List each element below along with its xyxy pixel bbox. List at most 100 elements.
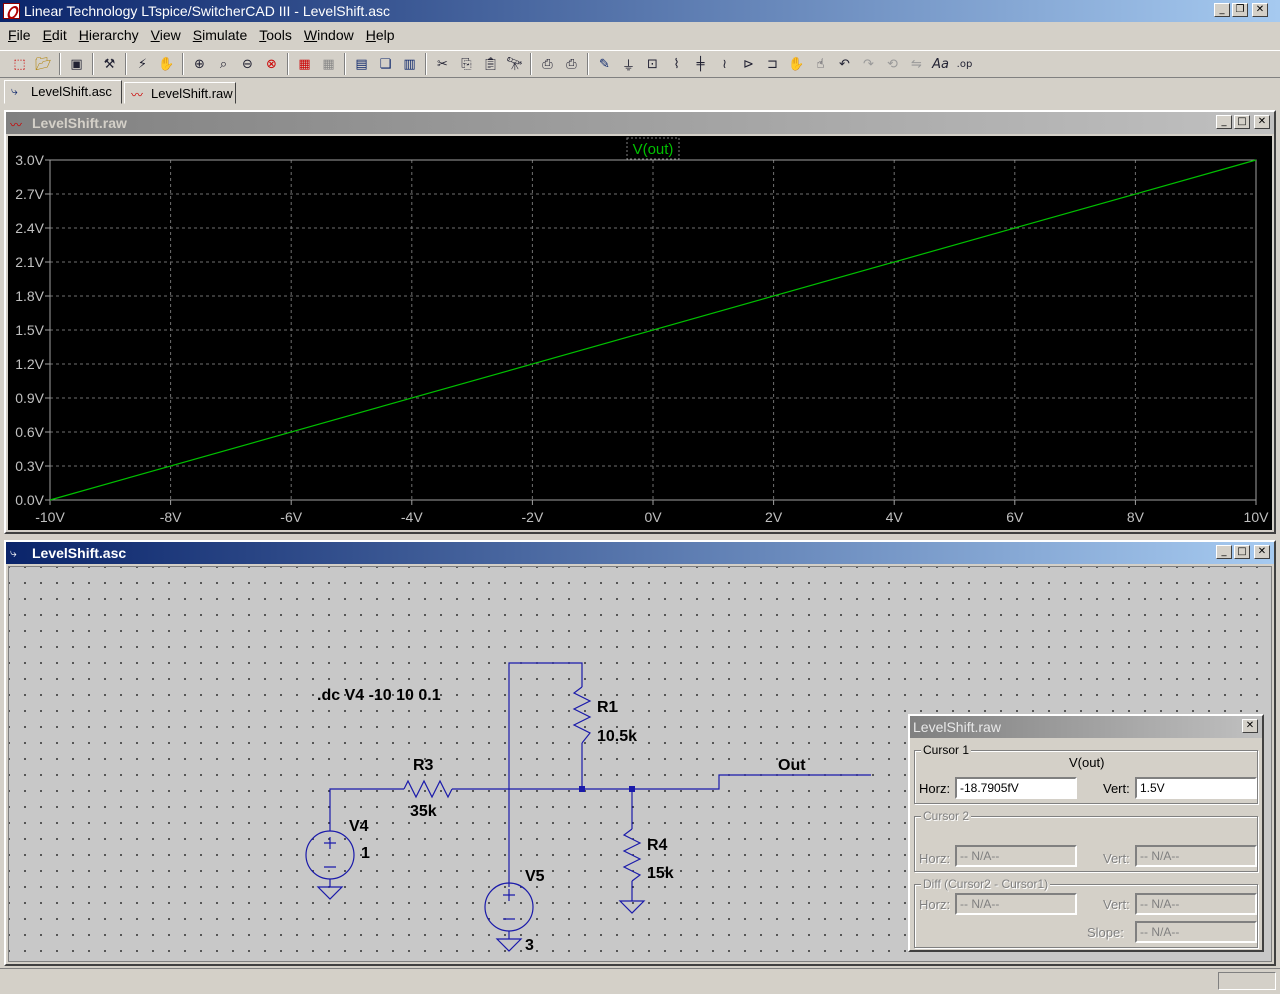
x-tick-label: 0V xyxy=(644,509,662,525)
v5-name[interactable]: V5 xyxy=(525,868,545,885)
save-icon[interactable]: ▣ xyxy=(65,53,88,75)
minimize-icon[interactable]: _ xyxy=(1216,115,1232,129)
y-tick-label: 2.4V xyxy=(15,220,44,236)
menu-view[interactable]: View xyxy=(145,24,187,48)
run-icon[interactable]: ⚡ xyxy=(131,53,154,75)
tile-vertical-icon[interactable]: ▥ xyxy=(398,53,421,75)
component-icon[interactable]: ⊐ xyxy=(761,53,784,75)
grid-icon[interactable]: ▦ xyxy=(317,53,340,75)
wire[interactable] xyxy=(452,774,871,790)
mirror-icon[interactable]: ⇋ xyxy=(905,53,928,75)
paste-icon[interactable]: 📋︎ xyxy=(479,53,502,75)
print-icon[interactable]: ⎙ xyxy=(560,53,583,75)
label-net-icon[interactable]: ⊡ xyxy=(641,53,664,75)
waveform-chart[interactable]: -10V -8V -6V -4V -2V 0V 2V 4V 6V 8V 10V 3.0V 2.7V 2.4… xyxy=(8,136,1272,532)
tab-levelshift-asc[interactable]: ⤷ LevelShift.asc xyxy=(4,80,122,104)
close-icon[interactable]: ✕ xyxy=(1252,3,1268,17)
drag-icon[interactable]: ☝ xyxy=(809,53,832,75)
net-label-out[interactable]: Out xyxy=(778,757,806,774)
cursor2-horz-field: -- N/A-- xyxy=(955,845,1077,867)
zoom-out-icon[interactable]: ⊖ xyxy=(236,53,259,75)
zoom-fit-icon[interactable]: ⊗ xyxy=(260,53,283,75)
pan-icon[interactable]: ⌕ xyxy=(212,53,235,75)
v4-name[interactable]: V4 xyxy=(349,818,369,835)
v4-value[interactable]: 1 xyxy=(361,845,370,862)
redo-icon[interactable]: ↷ xyxy=(857,53,880,75)
copy-icon[interactable]: ⎘ xyxy=(455,53,478,75)
r3-value[interactable]: 35k xyxy=(410,803,437,820)
waveform-plot[interactable]: -10V -8V -6V -4V -2V 0V 2V 4V 6V 8V 10V 3.0V 2.7V 2.4… xyxy=(8,136,1272,530)
close-icon[interactable]: ✕ xyxy=(1254,115,1270,129)
undo-icon[interactable]: ↶ xyxy=(833,53,856,75)
diff-slope-field: -- N/A-- xyxy=(1135,921,1257,943)
cursor1-horz-field[interactable]: -18.7905fV xyxy=(955,777,1077,799)
app-window-controls: _ ❐ ✕ xyxy=(1214,3,1268,17)
resistor-r1[interactable] xyxy=(572,686,592,744)
menu-window[interactable]: Window xyxy=(298,24,360,48)
menu-file[interactable]: File xyxy=(2,24,37,48)
cascade-icon[interactable]: ❏ xyxy=(374,53,397,75)
y-tick-label: 1.8V xyxy=(15,288,44,304)
minimize-icon[interactable]: _ xyxy=(1216,545,1232,559)
menu-tools[interactable]: Tools xyxy=(253,24,298,48)
spice-directive-icon[interactable]: .op xyxy=(953,53,976,75)
schematic-icon: ⤷ xyxy=(10,546,17,560)
new-schematic-icon[interactable]: ⬚ xyxy=(8,53,31,75)
x-tick-label: -6V xyxy=(280,509,302,525)
cursor1-vert-field[interactable]: 1.5V xyxy=(1135,777,1257,799)
diff-vert-field: -- N/A-- xyxy=(1135,893,1257,915)
y-tick-label: 3.0V xyxy=(15,152,44,168)
cursor-panel: LevelShift.raw ✕ Cursor 1 V(out) Horz: -… xyxy=(908,714,1264,952)
tab-levelshift-raw[interactable]: 〰 LevelShift.raw xyxy=(124,82,236,104)
control-panel-icon[interactable]: ⚒ xyxy=(98,53,121,75)
resistor-r3[interactable] xyxy=(403,779,453,799)
maximize-icon[interactable]: □ xyxy=(1234,115,1250,129)
text-icon[interactable]: Aa xyxy=(929,53,952,75)
draw-wire-icon[interactable]: ✎ xyxy=(593,53,616,75)
maximize-icon[interactable]: □ xyxy=(1234,545,1250,559)
open-folder-icon[interactable]: 📂︎ xyxy=(32,53,55,75)
restore-icon[interactable]: ❐ xyxy=(1232,3,1248,17)
x-tick-label: 8V xyxy=(1127,509,1145,525)
resistor-r4[interactable] xyxy=(622,828,642,882)
r3-name[interactable]: R3 xyxy=(413,757,434,774)
menu-edit[interactable]: Edit xyxy=(37,24,73,48)
ltspice-logo-icon xyxy=(3,3,20,19)
cursor2-vert-field: -- N/A-- xyxy=(1135,845,1257,867)
diff-horz-field: -- N/A-- xyxy=(955,893,1077,915)
y-tick-label: 1.5V xyxy=(15,322,44,338)
minimize-icon[interactable]: _ xyxy=(1214,3,1230,17)
r1-value[interactable]: 10.5k xyxy=(597,728,637,745)
print-preview-icon[interactable]: ⎙ xyxy=(536,53,559,75)
v5-value[interactable]: 3 xyxy=(525,937,534,954)
rotate-icon[interactable]: ⟲ xyxy=(881,53,904,75)
junction-dot xyxy=(629,786,635,792)
tile-horizontal-icon[interactable]: ▤ xyxy=(350,53,373,75)
close-icon[interactable]: ✕ xyxy=(1254,545,1270,559)
status-bar xyxy=(0,968,1280,994)
r1-name[interactable]: R1 xyxy=(597,699,618,716)
close-icon[interactable]: ✕ xyxy=(1242,719,1258,733)
inductor-icon[interactable]: ≀ xyxy=(713,53,736,75)
menu-help[interactable]: Help xyxy=(360,24,401,48)
r4-name[interactable]: R4 xyxy=(647,837,668,854)
zoom-in-icon[interactable]: ⊕ xyxy=(188,53,211,75)
r4-value[interactable]: 15k xyxy=(647,865,674,882)
halt-icon[interactable]: ✋ xyxy=(155,53,178,75)
cut-icon[interactable]: ✂ xyxy=(431,53,454,75)
capacitor-icon[interactable]: ╪ xyxy=(689,53,712,75)
resistor-icon[interactable]: ⌇ xyxy=(665,53,688,75)
move-icon[interactable]: ✋ xyxy=(785,53,808,75)
diode-icon[interactable]: ⊳ xyxy=(737,53,760,75)
x-tick-label: 4V xyxy=(886,509,904,525)
status-pane xyxy=(1218,972,1276,990)
autorange-icon[interactable]: ▦ xyxy=(293,53,316,75)
wire[interactable] xyxy=(508,662,583,887)
spice-directive[interactable]: .dc V4 -10 10 0.1 xyxy=(317,687,441,704)
menu-simulate[interactable]: Simulate xyxy=(187,24,253,48)
find-icon[interactable]: 🔭︎ xyxy=(503,53,526,75)
ground-icon[interactable]: ⏚ xyxy=(617,53,640,75)
menu-hierarchy[interactable]: Hierarchy xyxy=(73,24,145,48)
wire[interactable] xyxy=(329,788,404,817)
document-tabbar: ⤷ LevelShift.asc 〰 LevelShift.raw xyxy=(0,80,1280,104)
